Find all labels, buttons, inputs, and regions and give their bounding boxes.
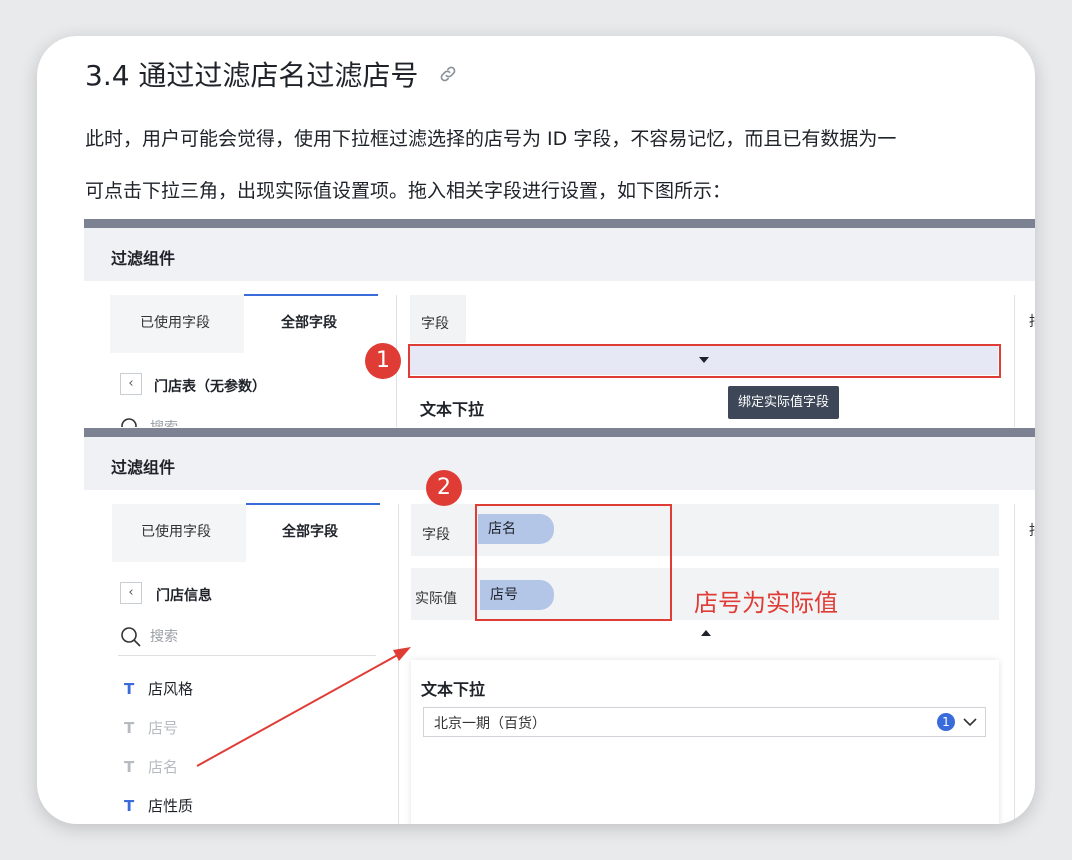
tab-used-fields[interactable]: 已使用字段 <box>140 312 210 332</box>
article-card: 3.4 通过过滤店名过滤店号 此时，用户可能会觉得，使用下拉框过滤选择的店号为 … <box>37 36 1035 824</box>
field-item-style[interactable]: T 店风格 <box>124 678 193 699</box>
field-item-label: 店号 <box>148 719 179 737</box>
field-item-label: 店性质 <box>148 797 194 815</box>
panel-divider <box>398 504 399 824</box>
tab-all-fields[interactable]: 全部字段 <box>282 521 338 541</box>
panel-divider-right <box>1014 295 1015 427</box>
chevron-down-icon[interactable] <box>962 714 978 730</box>
search-underline <box>118 655 376 656</box>
dropdown-selected-value: 北京一期（百货） <box>434 716 546 732</box>
paragraph-2: 可点击下拉三角，出现实际值设置项。拖入相关字段进行设置，如下图所示： <box>85 180 732 202</box>
step-badge-2: 2 <box>426 470 462 506</box>
truncated-panel-label: 拍 <box>1029 311 1035 331</box>
search-input[interactable]: 搜索 <box>150 417 178 427</box>
preview-card <box>411 660 999 824</box>
section-title: 文本下拉 <box>420 400 485 419</box>
field-item-store-name[interactable]: T 店名 <box>124 756 178 777</box>
tab-all-fields[interactable]: 全部字段 <box>281 312 337 332</box>
selected-count-badge: 1 <box>937 713 955 731</box>
search-icon <box>121 627 141 647</box>
chevron-left-icon[interactable]: ‹ <box>120 582 142 604</box>
tooltip: 绑定实际值字段 <box>728 386 840 419</box>
field-item-store-no[interactable]: T 店号 <box>124 717 178 738</box>
filter-component-header: 过滤组件 <box>84 228 1035 281</box>
active-tab-indicator <box>244 294 378 296</box>
filter-component-header: 过滤组件 <box>84 437 1035 490</box>
table-name: 门店信息 <box>156 588 212 604</box>
paragraph-1: 此时，用户可能会觉得，使用下拉框过滤选择的店号为 ID 字段，不容易记忆，而且已… <box>85 128 897 150</box>
field-item-label: 店名 <box>148 758 179 776</box>
panel-divider-right <box>1014 504 1015 824</box>
table-name: 门店表（无参数） <box>154 379 266 395</box>
dropdown-select[interactable]: 北京一期（百货） 1 <box>423 707 986 737</box>
link-icon[interactable] <box>438 64 458 84</box>
text-type-icon: T <box>124 758 135 776</box>
search-icon <box>121 418 137 427</box>
highlight-box-1 <box>408 344 1001 378</box>
actual-value-label: 实际值 <box>415 591 457 607</box>
text-type-icon: T <box>124 719 135 737</box>
window-top-bar <box>84 428 1035 437</box>
tab-used-fields[interactable]: 已使用字段 <box>141 521 211 541</box>
screenshot-1: 过滤组件 已使用字段 全部字段 ‹ 门店表（无参数） 搜索 字段 1 文本下拉 … <box>84 219 1035 427</box>
screenshot-2: 过滤组件 已使用字段 全部字段 ‹ 门店信息 搜索 T 店风格 T 店号 T 店名 T… <box>84 428 1035 824</box>
field-label: 字段 <box>422 527 450 543</box>
field-drop-zone[interactable] <box>466 295 998 343</box>
field-item-nature[interactable]: T 店性质 <box>124 795 193 816</box>
annotation-text: 店号为实际值 <box>694 589 838 617</box>
section-heading: 3.4 通过过滤店名过滤店号 <box>85 59 419 92</box>
window-top-bar <box>84 219 1035 228</box>
field-item-label: 店风格 <box>148 680 194 698</box>
caret-up-icon[interactable] <box>701 630 711 636</box>
header-title: 过滤组件 <box>111 458 176 477</box>
field-label: 字段 <box>421 316 449 332</box>
text-type-icon: T <box>124 680 135 698</box>
chevron-left-icon[interactable]: ‹ <box>120 373 142 395</box>
truncated-panel-label: 拍 <box>1029 520 1035 540</box>
header-title: 过滤组件 <box>111 249 176 268</box>
step-badge-1: 1 <box>365 343 401 379</box>
search-input[interactable]: 搜索 <box>150 626 178 646</box>
section-title: 文本下拉 <box>421 680 486 699</box>
text-type-icon: T <box>124 797 135 815</box>
active-tab-indicator <box>246 503 380 505</box>
highlight-box-2 <box>475 504 672 621</box>
